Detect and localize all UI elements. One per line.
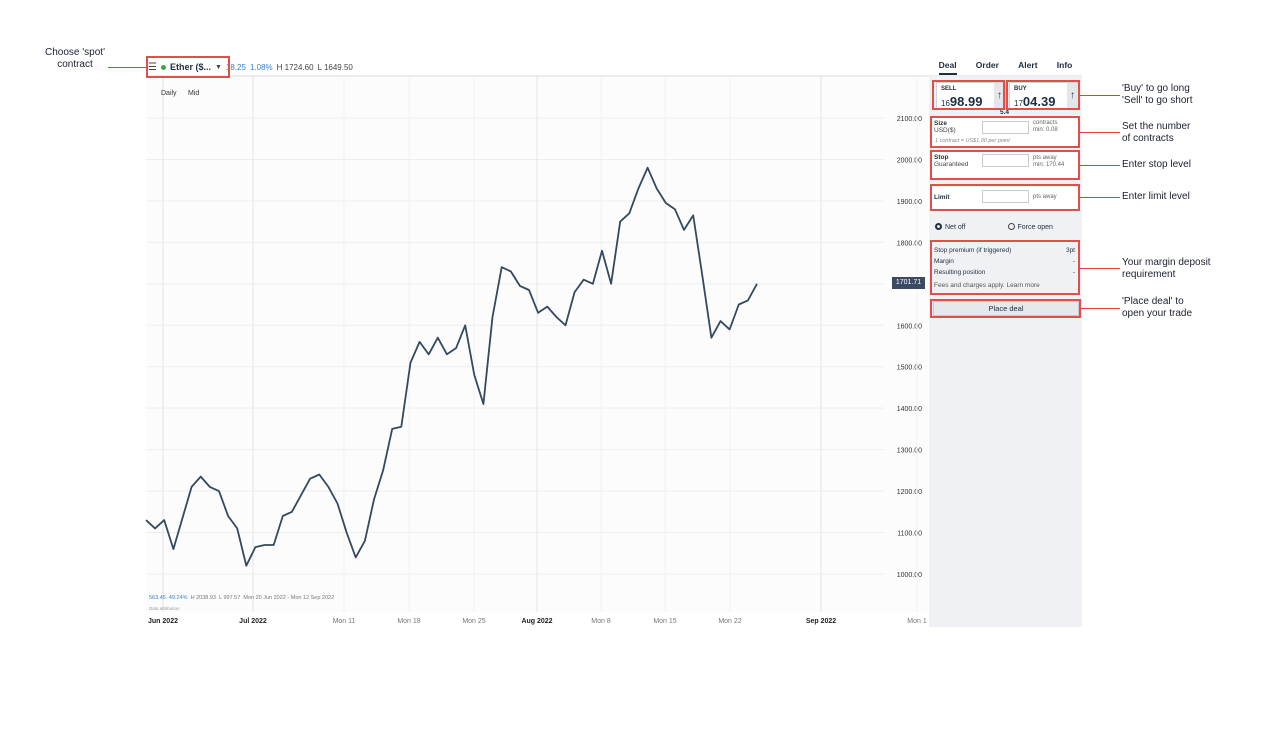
price-change-pct: 1.08% — [249, 62, 273, 72]
chart-stats: 563.45 49.24% H 2038.93 L 997.57 Mon 20 … — [149, 595, 334, 601]
high-value: H 1724.60 — [276, 62, 314, 72]
net-off-label: Net off — [945, 224, 966, 231]
annotation-margin-line2: requirement — [1122, 269, 1176, 280]
y-tick-label: 1600.00 — [897, 323, 922, 330]
radio-selected-icon — [935, 223, 942, 230]
annotation-place-line2: open your trade — [1122, 308, 1193, 319]
leader-line — [1080, 95, 1120, 96]
price-type-select[interactable]: Mid — [188, 90, 199, 97]
radio-net-off[interactable]: Net off — [935, 223, 966, 231]
highlight-stop — [930, 150, 1080, 180]
annotation-contracts: Set the number of contracts — [1122, 121, 1190, 145]
y-tick-label: 1800.00 — [897, 240, 922, 247]
leader-line — [1080, 197, 1120, 198]
tab-info[interactable]: Info — [1057, 60, 1073, 75]
x-tick-label: Jun 2022 — [148, 618, 178, 625]
annotation-contracts-line2: of contracts — [1122, 133, 1174, 144]
stat-low: L 997.57 — [219, 595, 241, 601]
leader-line — [1080, 132, 1120, 133]
annotation-limit: Enter limit level — [1122, 191, 1190, 202]
tab-order[interactable]: Order — [976, 60, 999, 75]
x-tick-label: Mon 1 — [907, 618, 927, 625]
x-tick-label: Mon 8 — [591, 618, 611, 625]
highlight-size — [930, 116, 1080, 148]
x-tick-label: Mon 25 — [462, 618, 485, 625]
leader-line — [1080, 268, 1120, 269]
y-tick-label: 2000.00 — [897, 157, 922, 164]
leader-line — [108, 67, 146, 68]
y-tick-label: 1200.00 — [897, 489, 922, 496]
y-tick-label: 1500.00 — [897, 365, 922, 372]
y-tick-label: 1900.00 — [897, 199, 922, 206]
position-mode: Net off Force open — [935, 223, 1053, 231]
annotation-contracts-line1: Set the number — [1122, 121, 1191, 132]
stat-range: Mon 20 Jun 2022 - Mon 12 Sep 2022 — [243, 595, 335, 601]
current-price-tag: 1701.71 — [892, 277, 925, 289]
leader-line — [1081, 308, 1120, 309]
annotation-place-deal: 'Place deal' to open your trade — [1122, 296, 1192, 320]
annotation-margin-line1: Your margin deposit — [1122, 257, 1211, 268]
deal-tabs: Deal Order Alert Info — [929, 60, 1082, 75]
tab-alert[interactable]: Alert — [1018, 60, 1037, 75]
radio-unselected-icon — [1007, 223, 1015, 230]
x-tick-label: Mon 11 — [333, 618, 356, 625]
highlight-margin — [930, 240, 1080, 295]
annotation-margin: Your margin deposit requirement — [1122, 257, 1211, 281]
x-tick-label: Aug 2022 — [521, 618, 552, 625]
y-tick-label: 1000.00 — [897, 572, 922, 579]
x-tick-label: Mon 15 — [653, 618, 676, 625]
highlight-buy — [1006, 80, 1080, 110]
radio-force-open[interactable]: Force open — [1007, 223, 1053, 231]
highlight-limit — [930, 184, 1080, 211]
x-tick-label: Mon 22 — [718, 618, 741, 625]
force-open-label: Force open — [1017, 224, 1053, 231]
annotation-sell: 'Sell' to go short — [1122, 95, 1193, 106]
leader-line — [1080, 165, 1120, 166]
x-tick-label: Sep 2022 — [806, 618, 836, 625]
tab-deal[interactable]: Deal — [938, 60, 957, 75]
y-tick-label: 1400.00 — [897, 406, 922, 413]
price-chart[interactable]: 2100.002000.001900.001800.001700.001600.… — [0, 0, 1280, 749]
y-tick-label: 2100.00 — [897, 116, 922, 123]
y-tick-label: 1100.00 — [897, 531, 922, 538]
interval-select[interactable]: Daily — [161, 90, 177, 97]
annotation-stop: Enter stop level — [1122, 159, 1191, 170]
stat-high: H 2038.93 — [190, 595, 216, 601]
highlight-instrument — [146, 56, 230, 78]
stat-change-pct: 49.24% — [168, 595, 188, 601]
annotation-buy-sell: 'Buy' to go long 'Sell' to go short — [1122, 83, 1193, 107]
x-tick-label: Jul 2022 — [239, 618, 267, 625]
highlight-sell — [932, 80, 1005, 110]
annotation-buy: 'Buy' to go long — [1122, 83, 1190, 94]
stat-change: 563.45 — [149, 595, 166, 601]
x-tick-label: Mon 18 — [397, 618, 420, 625]
low-value: L 1649.50 — [317, 62, 353, 72]
data-attribution[interactable]: Data attribution — [149, 606, 180, 611]
annotation-place-line1: 'Place deal' to — [1122, 296, 1184, 307]
y-tick-label: 1300.00 — [897, 448, 922, 455]
highlight-place-deal — [930, 299, 1081, 318]
spread: 5.4 — [1000, 109, 1010, 116]
annotation-spot: Choose 'spot' contract — [45, 47, 105, 70]
